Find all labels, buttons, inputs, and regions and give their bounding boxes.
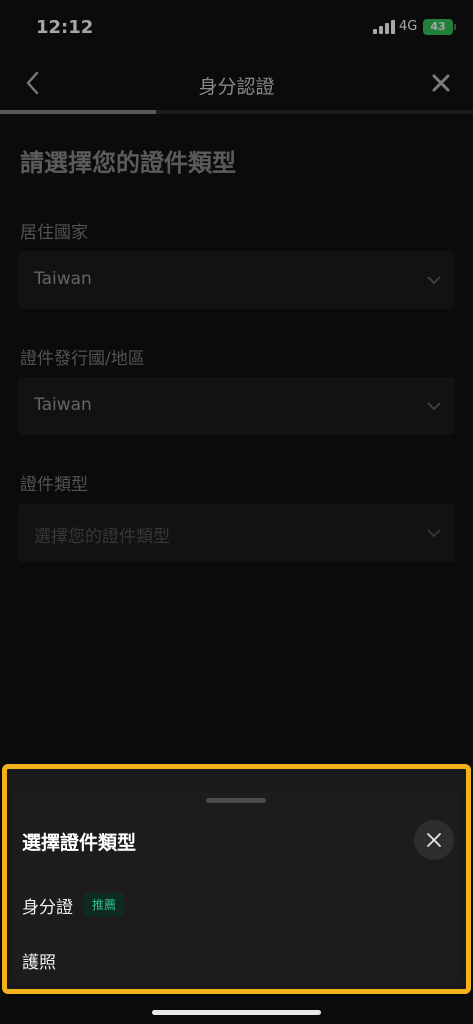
recommended-badge: 推薦 [84,893,125,917]
sheet-title: 選擇證件類型 [22,832,137,854]
bottom-sheet [12,787,461,983]
sheet-drag-handle[interactable] [206,798,266,803]
close-icon [427,833,441,847]
option-passport[interactable]: 護照 [22,948,56,973]
sheet-close-button[interactable] [414,820,454,860]
home-indicator[interactable] [152,1010,321,1015]
option-id-card[interactable]: 身分證 [22,893,73,918]
